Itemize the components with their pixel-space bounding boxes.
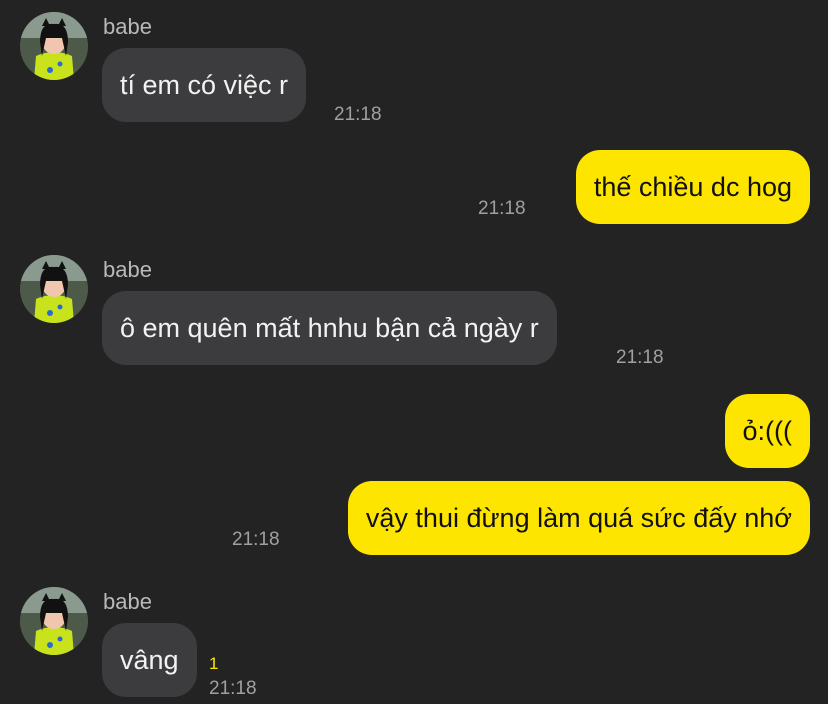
sender-avatar[interactable]: [20, 255, 88, 323]
message-bubble[interactable]: thế chiều dc hog: [575, 150, 810, 224]
sender-name: babe: [103, 14, 152, 39]
message-time: 21:18: [334, 104, 382, 125]
message-time: 21:18: [209, 678, 257, 699]
message-time: 21:18: [616, 347, 664, 368]
sender-avatar[interactable]: [20, 587, 88, 655]
message-bubble[interactable]: vâng: [102, 623, 197, 697]
unread-count: 1: [209, 654, 219, 673]
sender-avatar[interactable]: [20, 12, 88, 80]
sender-name: babe: [103, 589, 152, 614]
avatar-image: [20, 587, 88, 655]
avatar-image: [20, 255, 88, 323]
message-time: 21:18: [232, 529, 280, 550]
message-bubble[interactable]: ỏ:(((: [724, 394, 810, 468]
message-time: 21:18: [478, 198, 526, 219]
sender-name: babe: [103, 257, 152, 282]
message-bubble[interactable]: ô em quên mất hnhu bận cả ngày r: [102, 291, 557, 365]
message-bubble[interactable]: vậy thui đừng làm quá sức đấy nhớ: [347, 481, 810, 555]
message-bubble[interactable]: tí em có việc r: [102, 48, 307, 122]
avatar-image: [20, 12, 88, 80]
chat-thread: babe tí em có việc r 21:18 thế chiều dc …: [0, 0, 828, 704]
